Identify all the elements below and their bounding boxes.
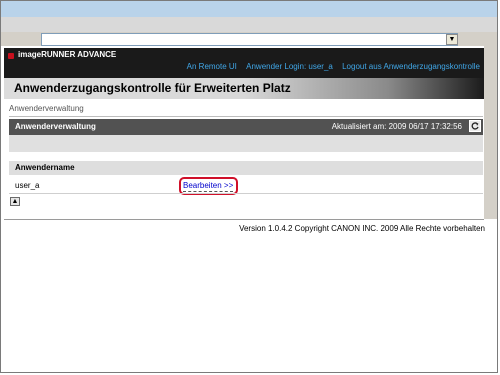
scrollbar-track[interactable]: [484, 46, 497, 219]
page-title: Anwenderzugangskontrolle für Erweiterten…: [14, 81, 291, 95]
address-dropdown-icon[interactable]: ▼: [446, 34, 458, 45]
logout-link[interactable]: Logout aus Anwenderzugangskontrolle: [342, 62, 480, 71]
footer-copyright: Version 1.0.4.2 Copyright CANON INC. 200…: [239, 224, 485, 233]
refresh-icon[interactable]: [469, 120, 481, 132]
canon-logo-icon: [8, 53, 14, 59]
browser-toolbar: [1, 17, 497, 33]
section-body: [9, 135, 483, 152]
login-status: Anwender Login: user_a: [246, 62, 333, 71]
section-header: Anwenderverwaltung Aktualisiert am: 2009…: [9, 119, 483, 135]
username-cell: user_a: [15, 181, 40, 190]
divider: [9, 193, 483, 194]
table-header: Anwendername: [9, 161, 483, 175]
column-header-username: Anwendername: [15, 163, 75, 172]
last-updated: Aktualisiert am: 2009 06/17 17:32:56: [331, 122, 462, 131]
address-input[interactable]: [41, 33, 458, 46]
app-header: imageRUNNER ADVANCE An Remote UI Anwende…: [4, 48, 484, 78]
table-row: user_a Bearbeiten >>: [9, 176, 483, 195]
divider: [9, 116, 483, 117]
brand-name: imageRUNNER ADVANCE: [18, 50, 117, 59]
edit-link[interactable]: Bearbeiten >>: [183, 181, 234, 192]
breadcrumb: Anwenderverwaltung: [9, 104, 84, 113]
divider: [4, 219, 484, 220]
title-bar: [1, 1, 497, 17]
top-nav: An Remote UI Anwender Login: user_a Logo…: [180, 61, 480, 72]
section-title: Anwenderverwaltung: [15, 122, 96, 131]
title-strip: Anwenderzugangskontrolle für Erweiterten…: [4, 78, 484, 99]
address-bar: ▼: [1, 32, 497, 46]
remote-ui-link[interactable]: An Remote UI: [187, 62, 237, 71]
page-top-icon[interactable]: ▲: [10, 197, 20, 206]
